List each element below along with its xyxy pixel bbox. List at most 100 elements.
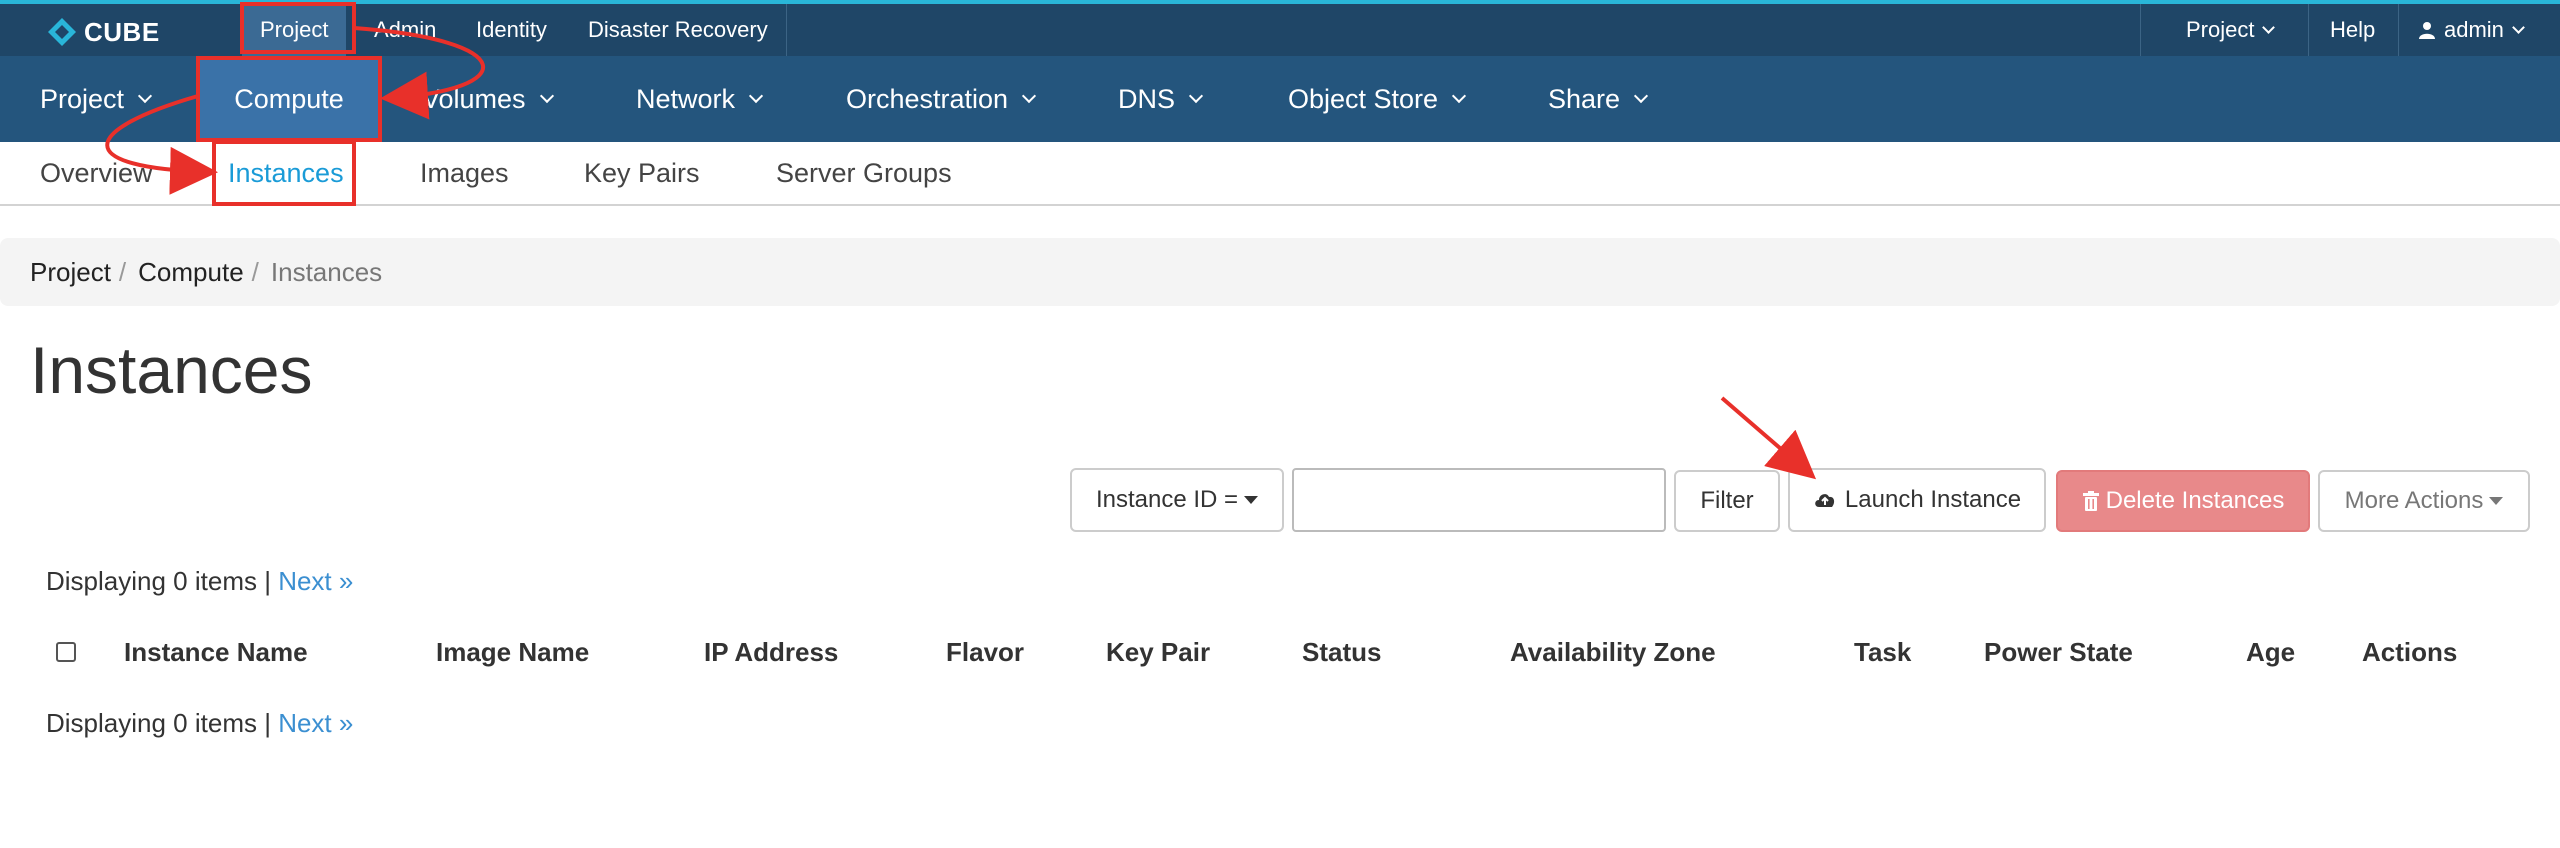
breadcrumb-separator: / xyxy=(118,256,127,287)
top-bar: CUBE Project Admin Identity Disaster Rec… xyxy=(0,0,2560,56)
displaying-text: Displaying 0 items | xyxy=(46,708,271,738)
column-header[interactable]: Age xyxy=(2246,626,2295,678)
delete-instances-label: Delete Instances xyxy=(2105,487,2285,514)
top-link-admin[interactable]: Admin xyxy=(356,4,454,56)
column-header[interactable]: Task xyxy=(1854,626,1911,678)
next-page-link[interactable]: Next » xyxy=(278,566,353,596)
nav-label: Volumes xyxy=(422,83,526,114)
column-header[interactable]: Flavor xyxy=(946,626,1024,678)
filter-field-select[interactable]: Instance ID = xyxy=(1070,468,1284,532)
column-header[interactable]: Power State xyxy=(1984,626,2133,678)
help-label: Help xyxy=(2330,17,2376,42)
trash-icon xyxy=(2082,491,2099,511)
nav-label: Orchestration xyxy=(846,83,1009,114)
subnav-label: Overview xyxy=(40,157,153,188)
breadcrumb-current: Instances xyxy=(270,256,383,287)
subnav-images[interactable]: Images xyxy=(420,142,509,204)
filter-button-label: Filter xyxy=(1700,487,1754,514)
nav-object-store[interactable]: Object Store xyxy=(1288,56,1467,142)
chevron-down-icon xyxy=(1452,88,1467,104)
top-divider xyxy=(786,4,787,56)
caret-down-icon xyxy=(1244,496,1259,504)
project-switcher-label: Project xyxy=(2186,17,2255,42)
more-actions-label: More Actions xyxy=(2344,487,2484,514)
chevron-down-icon xyxy=(1633,88,1649,104)
top-divider xyxy=(2140,4,2141,56)
subnav-key-pairs[interactable]: Key Pairs xyxy=(584,142,700,204)
annotation-arrow xyxy=(1720,396,1817,480)
subnav-overview[interactable]: Overview xyxy=(40,142,153,204)
filter-button[interactable]: Filter xyxy=(1674,470,1780,532)
top-link-identity[interactable]: Identity xyxy=(458,4,565,56)
cube-logo-icon xyxy=(48,18,76,46)
column-header[interactable]: Status xyxy=(1302,626,1381,678)
top-divider xyxy=(2308,4,2309,56)
chevron-down-icon xyxy=(539,88,554,104)
top-link-label: Project xyxy=(260,17,329,42)
cloud-upload-icon xyxy=(1815,494,1835,507)
brand-name: CUBE xyxy=(84,16,160,47)
nav-label: Project xyxy=(40,83,125,114)
subnav-label: Images xyxy=(420,157,509,188)
nav-compute[interactable]: Compute xyxy=(198,56,380,142)
user-name: admin xyxy=(2444,17,2504,42)
breadcrumb-separator: / xyxy=(251,256,259,287)
nav-volumes[interactable]: Volumes xyxy=(422,56,554,142)
top-link-disaster-recovery[interactable]: Disaster Recovery xyxy=(570,4,786,56)
subnav-server-groups[interactable]: Server Groups xyxy=(776,142,952,204)
nav-label: DNS xyxy=(1118,83,1176,114)
chevron-down-icon xyxy=(1188,88,1204,104)
sub-nav: Overview Instances Images Key Pairs Serv… xyxy=(0,142,2560,206)
displaying-text: Displaying 0 items | xyxy=(46,566,271,596)
search-input[interactable] xyxy=(1292,468,1666,532)
nav-orchestration[interactable]: Orchestration xyxy=(846,56,1037,142)
column-header[interactable]: Instance Name xyxy=(124,626,308,678)
nav-label: Compute xyxy=(234,83,344,114)
subnav-label: Key Pairs xyxy=(584,157,700,188)
subnav-label: Server Groups xyxy=(776,157,952,188)
column-header[interactable]: Availability Zone xyxy=(1510,626,1716,678)
filter-field-label: Instance ID = xyxy=(1095,486,1239,513)
nav-share[interactable]: Share xyxy=(1548,56,1649,142)
top-link-label: Disaster Recovery xyxy=(588,17,768,42)
launch-instance-button[interactable]: Launch Instance xyxy=(1788,468,2046,532)
brand[interactable]: CUBE xyxy=(46,12,160,52)
page-title: Instances xyxy=(30,333,313,407)
launch-instance-label: Launch Instance xyxy=(1844,486,2022,513)
breadcrumb-project[interactable]: Project xyxy=(30,257,111,288)
user-icon xyxy=(2419,22,2435,39)
more-actions-button[interactable]: More Actions xyxy=(2318,470,2530,532)
select-all-checkbox[interactable] xyxy=(56,642,76,662)
top-divider xyxy=(2398,4,2399,56)
table-header: Instance Name Image Name IP Address Flav… xyxy=(0,626,2560,678)
delete-instances-button[interactable]: Delete Instances xyxy=(2056,470,2310,532)
column-header[interactable]: Key Pair xyxy=(1106,626,1210,678)
nav-network[interactable]: Network xyxy=(636,56,764,142)
chevron-down-icon xyxy=(2262,20,2276,34)
breadcrumb: Project / Compute / Instances xyxy=(0,238,2560,306)
column-header[interactable]: IP Address xyxy=(704,626,838,678)
nav-label: Share xyxy=(1548,83,1621,114)
top-link-label: Identity xyxy=(476,17,547,42)
nav-project[interactable]: Project xyxy=(40,56,153,142)
nav-label: Object Store xyxy=(1288,83,1439,114)
chevron-down-icon xyxy=(1022,88,1037,104)
breadcrumb-compute[interactable]: Compute xyxy=(138,257,244,288)
project-switcher[interactable]: Project xyxy=(2176,4,2283,56)
top-link-project[interactable]: Project xyxy=(242,4,347,56)
subnav-instances[interactable]: Instances xyxy=(228,142,344,204)
subnav-label: Instances xyxy=(228,157,344,188)
next-page-link[interactable]: Next » xyxy=(278,708,353,738)
user-menu[interactable]: admin xyxy=(2406,4,2535,56)
chevron-down-icon xyxy=(748,88,764,104)
chevron-down-icon xyxy=(2512,20,2525,34)
column-header[interactable]: Image Name xyxy=(436,626,589,678)
help-link[interactable]: Help xyxy=(2316,4,2389,56)
nav-dns[interactable]: DNS xyxy=(1118,56,1204,142)
main-nav: Project Compute Volumes Network Orchestr… xyxy=(0,56,2560,142)
column-header: Actions xyxy=(2362,636,2458,667)
displaying-count-bottom: Displaying 0 items | Next » xyxy=(46,708,353,739)
displaying-count-top: Displaying 0 items | Next » xyxy=(46,566,353,597)
caret-down-icon xyxy=(2489,497,2504,505)
chevron-down-icon xyxy=(137,88,153,104)
